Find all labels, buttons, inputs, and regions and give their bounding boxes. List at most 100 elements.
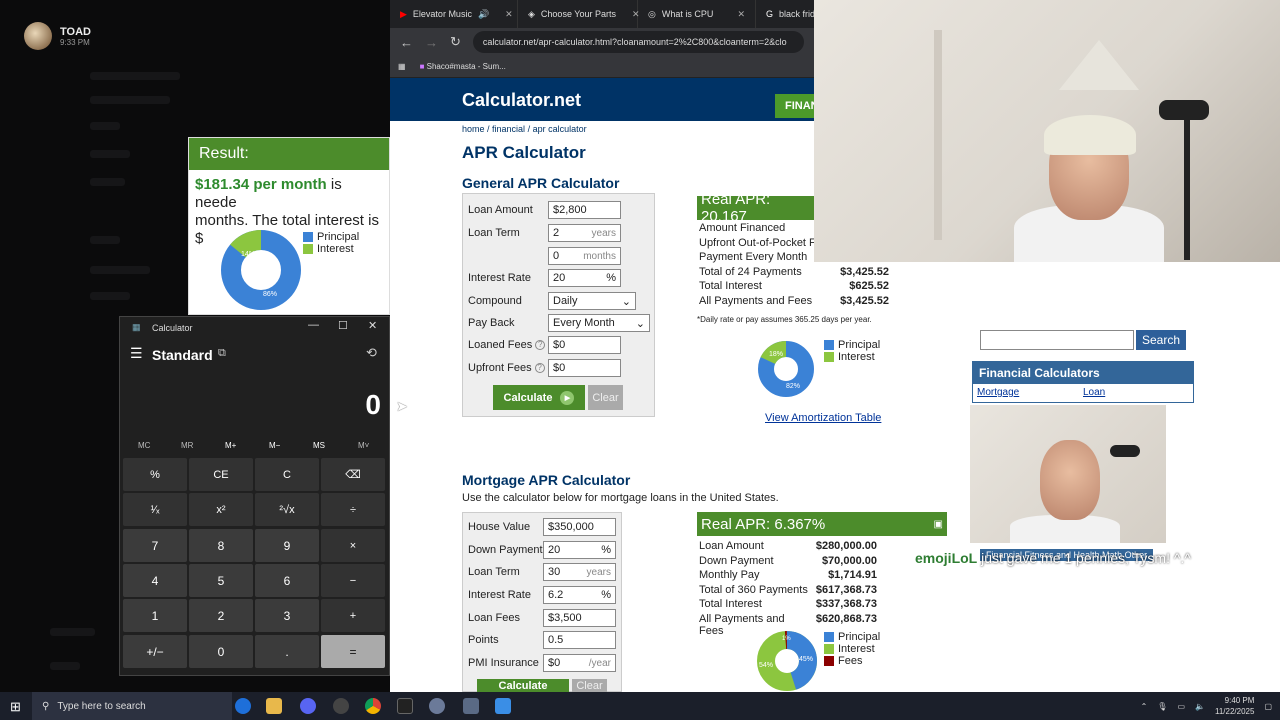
digit-2-key[interactable]: 2 [189,599,253,632]
maximize-icon[interactable]: ☐ [338,319,348,332]
tab-elevator-music[interactable]: ▶ Elevator Music 🔊 ✕ [390,0,518,28]
steam-icon[interactable] [429,698,445,714]
digit-8-key[interactable]: 8 [189,529,253,562]
notifications-icon[interactable]: ▢ [1264,702,1272,711]
loan-fees-input[interactable]: $3,500 [543,609,616,627]
hamburger-menu-icon[interactable]: ☰ [130,345,143,362]
square-key[interactable]: x² [189,493,253,526]
mc-button[interactable]: MC [138,441,150,450]
breadcrumb-home[interactable]: home [462,124,485,134]
pay-back-select[interactable]: Every Month ⌄ [548,314,650,332]
mr-button[interactable]: MR [181,441,193,450]
close-tab-icon[interactable]: ✕ [727,9,745,20]
digit-0-key[interactable]: 0 [189,635,253,668]
memory-dropdown-button[interactable]: M˅ [358,441,369,450]
backspace-key[interactable]: ⌫ [321,458,385,491]
reciprocal-key[interactable]: ¹⁄ₓ [123,493,187,526]
percent-key[interactable]: % [123,458,187,491]
digit-3-key[interactable]: 3 [255,599,319,632]
microphone-icon[interactable]: 🎙 [1157,702,1167,711]
digit-1-key[interactable]: 1 [123,599,187,632]
site-search-input[interactable] [980,330,1134,350]
ms-button[interactable]: MS [313,441,325,450]
site-search-button[interactable]: Search [1136,330,1186,350]
discord-dm-header[interactable]: TOAD 9:33 PM [24,22,91,50]
pmi-insurance-input[interactable]: $0/year [543,654,616,672]
multiply-key[interactable]: × [321,529,385,562]
help-icon[interactable]: ? [535,340,546,350]
down-payment-input[interactable]: 20% [543,541,616,559]
decimal-key[interactable]: . [255,635,319,668]
network-icon[interactable]: ▭ [1177,702,1185,711]
tab-what-is-cpu[interactable]: ◎ What is CPU ✕ [638,0,756,28]
compound-select[interactable]: Daily ⌄ [548,292,636,310]
breadcrumb-apr[interactable]: apr calculator [533,124,587,134]
rl-app-icon[interactable] [397,698,413,714]
loaned-fees-input[interactable]: $0 [548,336,621,354]
mortgage-interest-rate-input[interactable]: 6.2% [543,586,616,604]
calculate-button[interactable]: Calculate ▶ [493,385,585,410]
taskbar-search[interactable]: ⚲ Type here to search [32,692,232,720]
link-loan[interactable]: Loan [1083,387,1105,398]
loan-amount-input[interactable]: $2,800 [548,201,621,219]
house-value-input[interactable]: $350,000 [543,518,616,536]
digit-9-key[interactable]: 9 [255,529,319,562]
equals-key[interactable]: = [321,635,385,668]
volume-icon[interactable]: 🔈 [1195,702,1205,711]
help-icon[interactable]: ? [534,363,545,373]
m-minus-button[interactable]: M− [269,441,280,450]
m-plus-button[interactable]: M+ [225,441,236,450]
site-logo[interactable]: Calculator.net [462,90,581,111]
file-explorer-icon[interactable] [266,698,282,714]
reload-icon[interactable]: ↻ [450,34,461,50]
mortgage-clear-button[interactable]: Clear [572,679,607,693]
breadcrumb-financial[interactable]: financial [492,124,525,134]
interest-rate-input[interactable]: 20% [548,269,621,287]
chrome-icon[interactable] [365,698,381,714]
digit-6-key[interactable]: 6 [255,564,319,597]
digit-5-key[interactable]: 5 [189,564,253,597]
link-mortgage[interactable]: Mortgage [977,387,1019,398]
sqrt-key[interactable]: ²√x [255,493,319,526]
points-input[interactable]: 0.5 [543,631,616,649]
windows-start-icon[interactable]: ⊞ [10,699,21,715]
url-field[interactable]: calculator.net/apr-calculator.html?cloan… [472,31,804,53]
clear-key[interactable]: C [255,458,319,491]
pie-label: 1% [782,636,791,642]
mortgage-calculate-button[interactable]: Calculate [477,679,569,693]
mortgage-loan-term-input[interactable]: 30 years [543,563,616,581]
digit-4-key[interactable]: 4 [123,564,187,597]
minimize-icon[interactable]: — [308,319,319,331]
back-icon[interactable]: ← [400,35,413,50]
calculator-taskbar-icon[interactable] [495,698,511,714]
close-icon[interactable]: ✕ [368,319,377,332]
amortization-link[interactable]: View Amortization Table [765,412,881,424]
add-key[interactable]: + [321,599,385,632]
forward-icon[interactable]: → [425,35,438,50]
edge-icon[interactable] [235,698,251,714]
negate-key[interactable]: +/− [123,635,187,668]
obs-icon[interactable] [333,698,349,714]
loan-term-months-input[interactable]: 0 months [548,247,621,265]
bookmark-item[interactable]: ■ Shaco#masta - Sum... [420,62,506,71]
chevron-up-icon[interactable]: ⌃ [1141,702,1148,711]
system-clock[interactable]: 9:40 PM 11/22/2025 [1215,695,1254,717]
divide-key[interactable]: ÷ [321,493,385,526]
loan-term-years-input[interactable]: 2 years [548,224,621,242]
close-tab-icon[interactable]: ✕ [495,9,513,20]
upfront-fees-input[interactable]: $0 [548,359,621,377]
ce-key[interactable]: CE [189,458,253,491]
keep-on-top-icon[interactable]: ⧉ [218,347,226,360]
general-apr-heading: General APR Calculator [462,175,620,191]
apps-grid-icon[interactable]: ▦ [398,62,406,71]
tab-choose-your-parts[interactable]: ◈ Choose Your Parts ✕ [518,0,640,28]
history-icon[interactable]: ⟲ [366,345,377,361]
clear-button[interactable]: Clear [588,385,623,410]
save-icon[interactable]: ▣ [934,519,943,530]
subtract-key[interactable]: − [321,564,385,597]
tab-black-friday[interactable]: G black frida [756,0,820,28]
discord-icon[interactable] [300,698,316,714]
close-tab-icon[interactable]: ✕ [622,9,640,20]
app-icon[interactable] [463,698,479,714]
digit-7-key[interactable]: 7 [123,529,187,562]
